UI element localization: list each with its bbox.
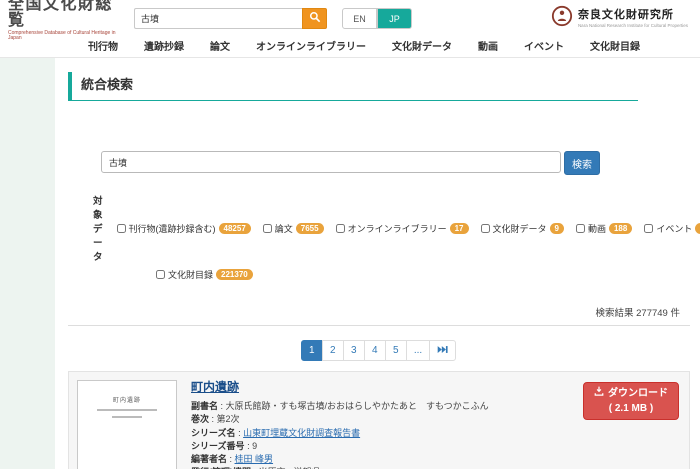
filter-videos[interactable]: 動画 188 bbox=[576, 222, 632, 235]
filter-heritage-catalog-checkbox[interactable] bbox=[156, 270, 165, 279]
filter-publications-checkbox[interactable] bbox=[117, 224, 126, 233]
lang-jp-button[interactable]: JP bbox=[377, 8, 412, 29]
search-icon bbox=[309, 11, 321, 26]
pagination: 1 2 3 4 5 ... bbox=[68, 340, 690, 361]
count-badge: 221370 bbox=[216, 269, 253, 280]
content-container: 統合検索 検索 対象データ 刊行物(遺跡抄録含む) 48257 論文 7655 bbox=[55, 58, 700, 469]
header-top-row: 全国文化財総覧 Comprehensive Database of Cultur… bbox=[0, 0, 700, 34]
results-summary: 検索結果 277749 件 bbox=[68, 305, 690, 319]
page-button-3[interactable]: 3 bbox=[343, 340, 365, 361]
divider bbox=[68, 325, 690, 326]
institute-logo[interactable]: 奈良文化財研究所 Nara National Research Institut… bbox=[551, 5, 688, 32]
filter-videos-checkbox[interactable] bbox=[576, 224, 585, 233]
result-item: 町内遺跡 町内遺跡 副書名大原氏館跡・すも塚古墳/おおはらしやかたあと すもつか… bbox=[68, 371, 690, 469]
language-toggle: EN JP bbox=[342, 8, 412, 29]
filter-online-library[interactable]: オンラインライブラリー 17 bbox=[336, 222, 469, 235]
author-link[interactable]: 桂田 峰男 bbox=[235, 454, 274, 464]
search-button[interactable]: 検索 bbox=[564, 151, 600, 175]
report-thumbnail[interactable]: 町内遺跡 bbox=[77, 380, 177, 469]
filter-events-checkbox[interactable] bbox=[644, 224, 653, 233]
filter-heritage-data[interactable]: 文化財データ 9 bbox=[481, 222, 564, 235]
filter-articles-checkbox[interactable] bbox=[263, 224, 272, 233]
page-button-2[interactable]: 2 bbox=[322, 340, 344, 361]
nav-item-videos[interactable]: 動画 bbox=[478, 38, 498, 53]
download-icon bbox=[594, 386, 604, 402]
last-page-icon bbox=[437, 345, 448, 357]
filter-heritage-catalog[interactable]: 文化財目録 221370 bbox=[156, 268, 253, 281]
lang-en-button[interactable]: EN bbox=[342, 8, 377, 29]
nav-item-site-abstracts[interactable]: 遺跡抄録 bbox=[144, 38, 184, 53]
page-button-4[interactable]: 4 bbox=[364, 340, 386, 361]
nav-item-heritage-data[interactable]: 文化財データ bbox=[392, 38, 452, 53]
count-badge: 188 bbox=[609, 223, 632, 234]
count-badge: 253 bbox=[695, 223, 700, 234]
target-data-filters: 対象データ 刊行物(遺跡抄録含む) 48257 論文 7655 オンラインライブ… bbox=[93, 193, 690, 281]
page-ellipsis: ... bbox=[406, 340, 430, 361]
institute-subtitle: Nara National Research Institute for Cul… bbox=[578, 23, 688, 28]
nav-item-articles[interactable]: 論文 bbox=[210, 38, 230, 53]
count-badge: 17 bbox=[450, 223, 469, 234]
series-name-link[interactable]: 山東町埋蔵文化財調査報告書 bbox=[243, 428, 360, 438]
main-area: 統合検索 検索 対象データ 刊行物(遺跡抄録含む) 48257 論文 7655 bbox=[0, 58, 700, 469]
filter-events[interactable]: イベント 253 bbox=[644, 222, 700, 235]
filter-articles[interactable]: 論文 7655 bbox=[263, 222, 324, 235]
nav-item-events[interactable]: イベント bbox=[524, 38, 564, 53]
site-logo-title: 全国文化財総覧 bbox=[8, 0, 128, 29]
cover-decoration bbox=[112, 416, 142, 418]
filter-online-library-checkbox[interactable] bbox=[336, 224, 345, 233]
header-search-button[interactable] bbox=[302, 8, 327, 29]
field-value: 9 bbox=[252, 441, 257, 451]
filters-label: 対象データ bbox=[93, 193, 103, 263]
nav-item-publications[interactable]: 刊行物 bbox=[88, 38, 118, 53]
download-button[interactable]: ダウンロード ( 2.1 MB ) bbox=[583, 382, 679, 420]
nav-item-online-library[interactable]: オンラインライブラリー bbox=[256, 38, 366, 53]
header-search bbox=[134, 8, 327, 29]
page-button-5[interactable]: 5 bbox=[385, 340, 407, 361]
filter-publications[interactable]: 刊行物(遺跡抄録含む) 48257 bbox=[117, 222, 251, 235]
count-badge: 48257 bbox=[219, 223, 251, 234]
download-size: ( 2.1 MB ) bbox=[594, 402, 668, 417]
main-nav: 刊行物 遺跡抄録 論文 オンラインライブラリー 文化財データ 動画 イベント 文… bbox=[0, 34, 700, 57]
search-input[interactable] bbox=[101, 151, 561, 173]
site-logo[interactable]: 全国文化財総覧 Comprehensive Database of Cultur… bbox=[8, 0, 128, 41]
result-info: 町内遺跡 副書名大原氏館跡・すも塚古墳/おおはらしやかたあと すもつかこふん 巻… bbox=[191, 380, 489, 469]
count-badge: 9 bbox=[550, 223, 564, 234]
institute-name: 奈良文化財研究所 bbox=[578, 10, 688, 21]
cover-decoration bbox=[97, 409, 157, 411]
page-button-1[interactable]: 1 bbox=[301, 340, 323, 361]
header-search-input[interactable] bbox=[134, 8, 302, 29]
integrated-search-form: 検索 bbox=[101, 151, 690, 175]
result-title-link[interactable]: 町内遺跡 bbox=[191, 380, 239, 395]
field-value: 大原氏館跡・すも塚古墳/おおはらしやかたあと すもつかこふん bbox=[226, 401, 489, 411]
result-buttons: ダウンロード ( 2.1 MB ) bbox=[583, 382, 679, 420]
cover-title: 町内遺跡 bbox=[78, 395, 176, 404]
nav-item-heritage-catalog[interactable]: 文化財目録 bbox=[590, 38, 640, 53]
filter-heritage-data-checkbox[interactable] bbox=[481, 224, 490, 233]
page-title: 統合検索 bbox=[68, 72, 638, 101]
institute-emblem-icon bbox=[551, 5, 573, 32]
field-value: 第2次 bbox=[217, 414, 240, 424]
site-header: 全国文化財総覧 Comprehensive Database of Cultur… bbox=[0, 0, 700, 58]
count-badge: 7655 bbox=[296, 223, 324, 234]
last-page-button[interactable] bbox=[429, 340, 456, 361]
results-count: 277749 bbox=[636, 308, 668, 319]
